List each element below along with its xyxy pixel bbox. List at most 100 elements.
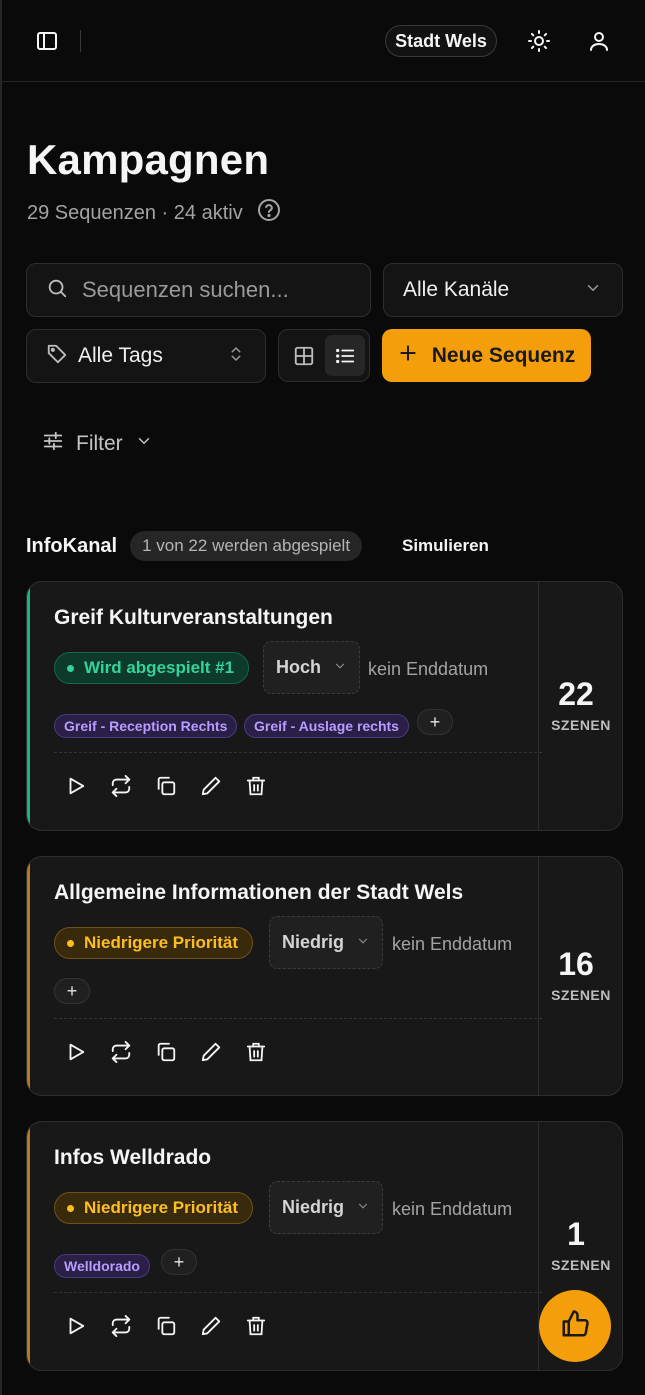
plus-icon bbox=[398, 343, 418, 369]
chevron-down-icon bbox=[356, 1197, 370, 1218]
help-icon[interactable] bbox=[257, 198, 281, 228]
scene-count-label: SZENEN bbox=[551, 717, 611, 733]
priority-value: Niedrig bbox=[282, 1197, 345, 1217]
status-label: Wird abgespielt #1 bbox=[84, 658, 235, 677]
card-divider bbox=[54, 752, 542, 753]
user-icon[interactable] bbox=[586, 28, 612, 54]
sliders-icon bbox=[42, 430, 64, 458]
card-actions bbox=[64, 1040, 267, 1063]
priority-select[interactable]: Hoch bbox=[263, 641, 360, 694]
search-box[interactable] bbox=[26, 263, 371, 317]
add-tag-button[interactable]: + bbox=[54, 978, 90, 1004]
status-dot bbox=[67, 1204, 74, 1212]
status-badge: Niedrigere Priorität bbox=[54, 1192, 253, 1224]
play-icon[interactable] bbox=[64, 1314, 87, 1337]
priority-select[interactable]: Niedrig bbox=[269, 1181, 384, 1234]
card-accent bbox=[27, 857, 30, 1095]
page-border bbox=[0, 0, 2, 1395]
tags-select-label: Alle Tags bbox=[46, 343, 163, 370]
search-input[interactable] bbox=[82, 277, 362, 303]
end-date: kein Enddatum bbox=[392, 1199, 513, 1219]
sequence-card[interactable]: Allgemeine Informationen der Stadt Wels … bbox=[26, 856, 623, 1096]
chevron-down-icon bbox=[584, 279, 602, 302]
add-tag-button[interactable]: + bbox=[161, 1249, 197, 1275]
scene-count: 1 bbox=[567, 1216, 585, 1252]
trash-icon[interactable] bbox=[244, 1040, 267, 1063]
card-accent bbox=[27, 582, 30, 830]
sequence-count: 29 Sequenzen · 24 aktiv bbox=[27, 201, 243, 224]
play-icon[interactable] bbox=[64, 1040, 87, 1063]
chevrons-up-down-icon bbox=[227, 345, 245, 368]
playing-count-badge: 1 von 22 werden abgespielt bbox=[130, 531, 363, 561]
sun-icon[interactable] bbox=[526, 28, 552, 54]
view-toggle bbox=[278, 329, 370, 382]
copy-icon[interactable] bbox=[154, 1314, 177, 1337]
sequence-card[interactable]: Greif Kulturveranstaltungen Wird abgespi… bbox=[26, 581, 623, 831]
chevron-down-icon bbox=[356, 932, 370, 953]
tag-chip: Welldorado bbox=[54, 1254, 150, 1278]
filter-label: Filter bbox=[76, 432, 123, 455]
page-subtitle: 29 Sequenzen · 24 aktiv bbox=[27, 198, 281, 228]
channel-select-value: Alle Kanäle bbox=[403, 278, 510, 301]
tags-select[interactable]: Alle Tags bbox=[26, 329, 266, 383]
play-icon[interactable] bbox=[64, 774, 87, 797]
status-badge: Niedrigere Priorität bbox=[54, 927, 253, 959]
list-view-icon[interactable] bbox=[325, 335, 365, 376]
scene-count-label: SZENEN bbox=[551, 987, 611, 1003]
channel-title: InfoKanal bbox=[26, 534, 118, 557]
search-icon bbox=[46, 277, 68, 304]
card-title: Greif Kulturveranstaltungen bbox=[54, 606, 333, 629]
status-label: Niedrigere Priorität bbox=[84, 1198, 238, 1217]
channel-section-header: InfoKanal 1 von 22 werden abgespielt bbox=[26, 531, 363, 561]
simulate-button[interactable]: Simulieren bbox=[402, 536, 489, 556]
card-actions bbox=[64, 1314, 267, 1337]
priority-select[interactable]: Niedrig bbox=[269, 916, 384, 969]
status-label: Niedrigere Priorität bbox=[84, 933, 238, 952]
repeat-icon[interactable] bbox=[109, 1040, 132, 1063]
trash-icon[interactable] bbox=[244, 1314, 267, 1337]
add-tag-button[interactable]: + bbox=[417, 709, 453, 735]
organization-switcher[interactable]: Stadt Wels bbox=[385, 25, 497, 57]
status-dot bbox=[67, 664, 74, 672]
card-title: Allgemeine Informationen der Stadt Wels bbox=[54, 881, 464, 904]
grid-view-icon[interactable] bbox=[284, 335, 324, 376]
copy-icon[interactable] bbox=[154, 1040, 177, 1063]
card-actions bbox=[64, 774, 267, 797]
thumbs-up-icon bbox=[560, 1309, 590, 1344]
status-dot bbox=[67, 939, 74, 947]
end-date: kein Enddatum bbox=[368, 659, 489, 679]
sidebar-toggle-icon[interactable] bbox=[34, 28, 60, 54]
scene-count-label: SZENEN bbox=[551, 1257, 611, 1273]
trash-icon[interactable] bbox=[244, 774, 267, 797]
feedback-button[interactable] bbox=[539, 1290, 611, 1362]
edit-icon[interactable] bbox=[199, 1314, 222, 1337]
card-title: Infos Welldrado bbox=[54, 1146, 212, 1169]
new-sequence-button[interactable]: Neue Sequenz bbox=[382, 329, 591, 382]
page-title: Kampagnen bbox=[27, 136, 270, 183]
scene-count-panel: 16 SZENEN bbox=[538, 857, 622, 1095]
card-divider bbox=[54, 1292, 542, 1293]
top-bar: Stadt Wels bbox=[0, 0, 645, 82]
repeat-icon[interactable] bbox=[109, 1314, 132, 1337]
end-date: kein Enddatum bbox=[392, 934, 513, 954]
card-accent bbox=[27, 1122, 30, 1370]
edit-icon[interactable] bbox=[199, 1040, 222, 1063]
scene-count-panel: 22 SZENEN bbox=[538, 582, 622, 830]
scene-count: 22 bbox=[558, 676, 594, 712]
new-sequence-label: Neue Sequenz bbox=[431, 343, 576, 367]
copy-icon[interactable] bbox=[154, 774, 177, 797]
status-badge: Wird abgespielt #1 bbox=[54, 652, 250, 684]
chevron-down-icon bbox=[333, 657, 347, 678]
scene-count: 16 bbox=[558, 946, 594, 982]
toolbar-separator bbox=[80, 30, 81, 52]
edit-icon[interactable] bbox=[199, 774, 222, 797]
tags-select-value: Alle Tags bbox=[78, 344, 163, 367]
repeat-icon[interactable] bbox=[109, 774, 132, 797]
tag-icon bbox=[46, 343, 68, 370]
filter-toggle[interactable]: Filter bbox=[42, 430, 153, 458]
tag-chip: Greif - Reception Rechts bbox=[54, 714, 238, 738]
sequence-card[interactable]: Infos Welldrado Niedrigere Priorität Nie… bbox=[26, 1121, 623, 1371]
card-divider bbox=[54, 1018, 542, 1019]
priority-value: Niedrig bbox=[282, 932, 345, 952]
channel-select[interactable]: Alle Kanäle bbox=[383, 263, 623, 317]
